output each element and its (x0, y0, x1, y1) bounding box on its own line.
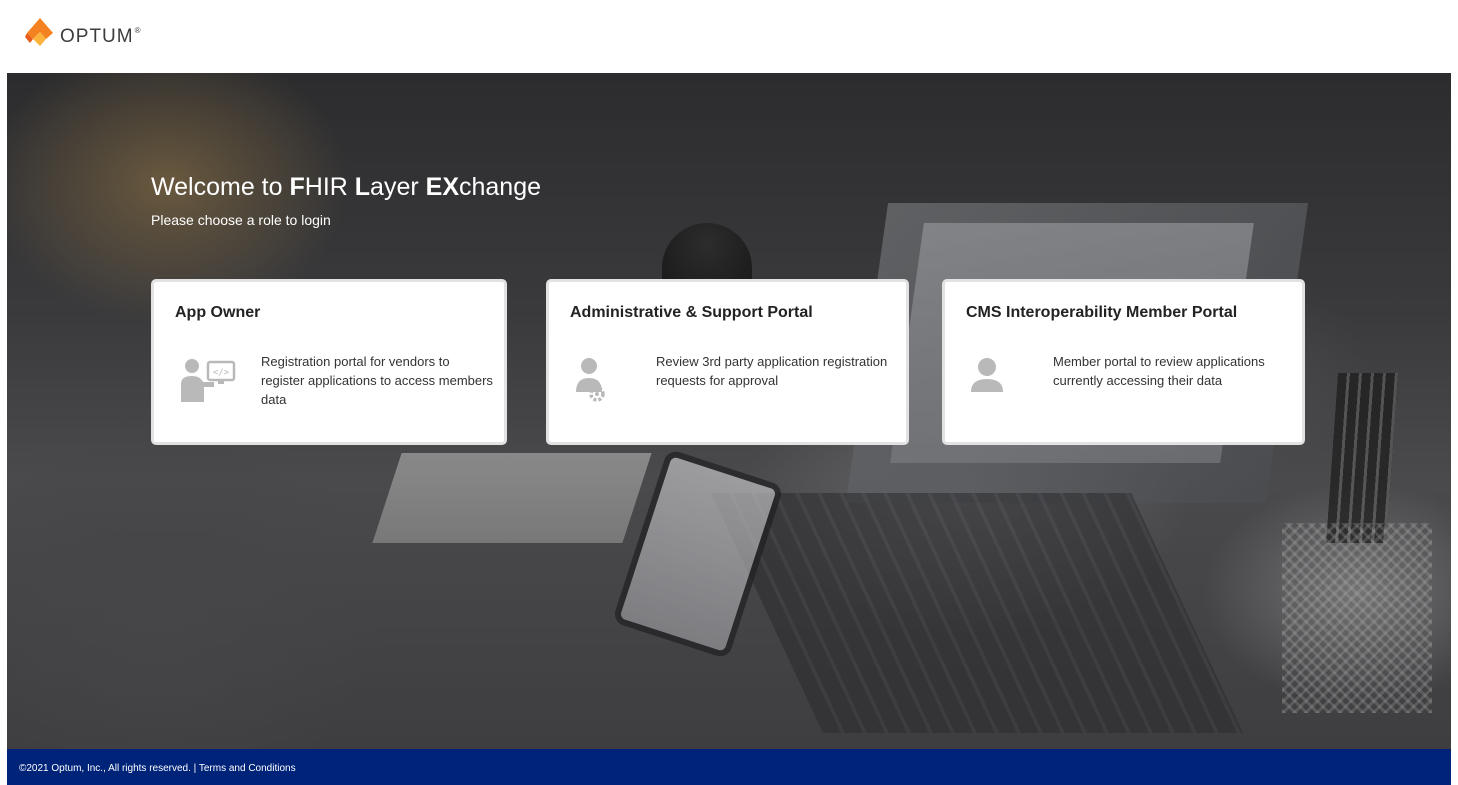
card-description: Review 3rd party application registratio… (656, 354, 888, 388)
page-header: OPTUM® (0, 0, 1458, 73)
welcome-title-part: EX (425, 173, 459, 201)
background-pencils (1326, 373, 1398, 543)
role-card-app-owner[interactable]: App Owner </> Registration portal for ve… (151, 279, 507, 445)
developer-screen-icon: </> (178, 356, 238, 404)
footer-text: ©2021 Optum, Inc., All rights reserved. … (19, 763, 296, 774)
background-phone (611, 448, 785, 660)
optum-logo[interactable]: OPTUM® (24, 12, 142, 52)
page-footer: ©2021 Optum, Inc., All rights reserved. … (7, 749, 1451, 785)
background-keyboard (711, 493, 1243, 733)
background-pencil-cup (1282, 523, 1432, 713)
hero-banner: Welcome to FHIR Layer EXchange Please ch… (7, 73, 1451, 749)
welcome-title-part: F (289, 173, 305, 201)
welcome-subtitle: Please choose a role to login (151, 212, 331, 228)
welcome-title-part: change (459, 173, 542, 201)
background-notebook (372, 453, 652, 543)
welcome-title-part: ayer (370, 173, 426, 201)
welcome-title: Welcome to FHIR Layer EXchange (151, 173, 541, 202)
svg-text:</>: </> (213, 368, 230, 378)
card-description: Registration portal for vendors to regis… (261, 354, 493, 407)
card-title: App Owner (175, 304, 261, 321)
role-card-admin-support[interactable]: Administrative & Support Portal Review 3… (546, 279, 909, 445)
welcome-title-part: HIR (304, 173, 355, 201)
role-card-member-portal[interactable]: CMS Interoperability Member Portal Membe… (942, 279, 1305, 445)
welcome-title-part: L (354, 173, 371, 201)
logo-text: OPTUM® (60, 26, 142, 47)
terms-and-conditions-link[interactable]: Terms and Conditions (199, 763, 296, 774)
admin-user-gear-icon (573, 356, 633, 404)
card-title: Administrative & Support Portal (570, 304, 813, 321)
member-user-icon (969, 356, 1029, 404)
card-description: Member portal to review applications cur… (1053, 354, 1265, 388)
optum-logo-icon (24, 15, 56, 49)
card-title: CMS Interoperability Member Portal (966, 304, 1238, 321)
welcome-title-part: Welcome to (151, 173, 290, 201)
copyright-text: ©2021 Optum, Inc., All rights reserved. … (19, 763, 199, 774)
